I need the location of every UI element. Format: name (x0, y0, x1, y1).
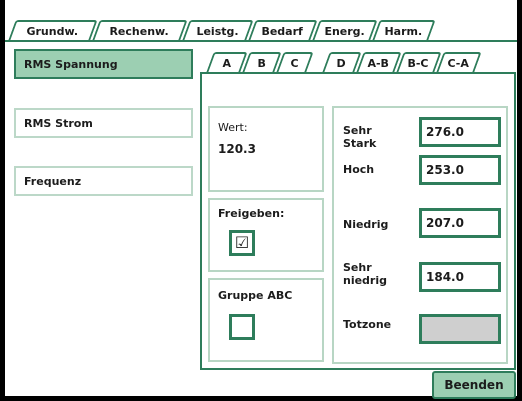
value-reading: 120.3 (218, 142, 256, 156)
deadband-label: Totzone (343, 318, 392, 331)
tab-grundwerte[interactable]: Grundw. (8, 20, 98, 40)
tab-rechenwerte[interactable]: Rechenw. (92, 20, 188, 40)
tab-label: D (337, 56, 347, 70)
top-tab-baseline (5, 40, 517, 42)
tab-phase-c-a[interactable]: C-A (436, 52, 482, 72)
tab-label: C (290, 56, 299, 70)
tab-label: C-A (447, 56, 470, 70)
tab-label: Grundw. (26, 24, 79, 38)
sidebar-item-label: RMS Strom (24, 116, 93, 130)
group-label: Gruppe ABC (218, 289, 293, 302)
enable-checkbox[interactable]: ☑ (229, 230, 255, 256)
sidebar-item-label: RMS Spannung (24, 57, 118, 71)
tab-leistung[interactable]: Leistg. (182, 20, 254, 40)
low-field[interactable]: 207.0 (419, 208, 501, 238)
low-label: Niedrig (343, 218, 389, 231)
group-checkbox[interactable] (229, 314, 255, 340)
enable-label: Freigeben: (218, 207, 285, 220)
high-field[interactable]: 253.0 (419, 155, 501, 185)
very-high-field[interactable]: 276.0 (419, 117, 501, 147)
tab-harmonische[interactable]: Harm. (372, 20, 436, 40)
tab-phase-b-c[interactable]: B-C (396, 52, 442, 72)
tab-label: Bedarf (261, 24, 304, 38)
tab-label: B (257, 56, 266, 70)
tab-label: A (222, 56, 231, 70)
tab-energie[interactable]: Energ. (312, 20, 378, 40)
tab-label: Rechenw. (110, 24, 170, 38)
value-label: Wert: (218, 121, 248, 134)
tab-phase-a-b[interactable]: A-B (356, 52, 402, 72)
sidebar-item-label: Frequenz (24, 174, 82, 188)
very-high-label-line2: Stark (343, 137, 377, 150)
tab-phase-b[interactable]: B (242, 52, 282, 72)
sidebar-item-rms-strom[interactable]: RMS Strom (14, 108, 193, 138)
tab-phase-d[interactable]: D (322, 52, 362, 72)
tab-phase-a[interactable]: A (206, 52, 248, 72)
frame-right (517, 0, 522, 401)
sidebar-item-rms-spannung[interactable]: RMS Spannung (14, 49, 193, 79)
very-low-label: Sehr niedrig (343, 261, 387, 287)
deadband-field[interactable] (419, 314, 501, 344)
tab-bedarf[interactable]: Bedarf (248, 20, 318, 40)
very-low-label-line1: Sehr (343, 261, 372, 274)
exit-button[interactable]: Beenden (432, 371, 516, 399)
very-high-label-line1: Sehr (343, 124, 372, 137)
tab-label: Harm. (384, 24, 423, 38)
screen: Grundw. Rechenw. Leistg. Bedarf Energ. H… (0, 0, 522, 401)
frame-left (0, 0, 5, 401)
very-high-label: Sehr Stark (343, 124, 376, 150)
high-label: Hoch (343, 163, 375, 176)
tab-phase-c[interactable]: C (276, 52, 314, 72)
tab-label: B-C (408, 56, 430, 70)
very-low-label-line2: niedrig (343, 274, 388, 287)
tab-label: A-B (367, 56, 390, 70)
tab-label: Energ. (324, 24, 365, 38)
very-low-field[interactable]: 184.0 (419, 262, 501, 292)
tab-label: Leistg. (196, 24, 239, 38)
sidebar-item-frequenz[interactable]: Frequenz (14, 166, 193, 196)
